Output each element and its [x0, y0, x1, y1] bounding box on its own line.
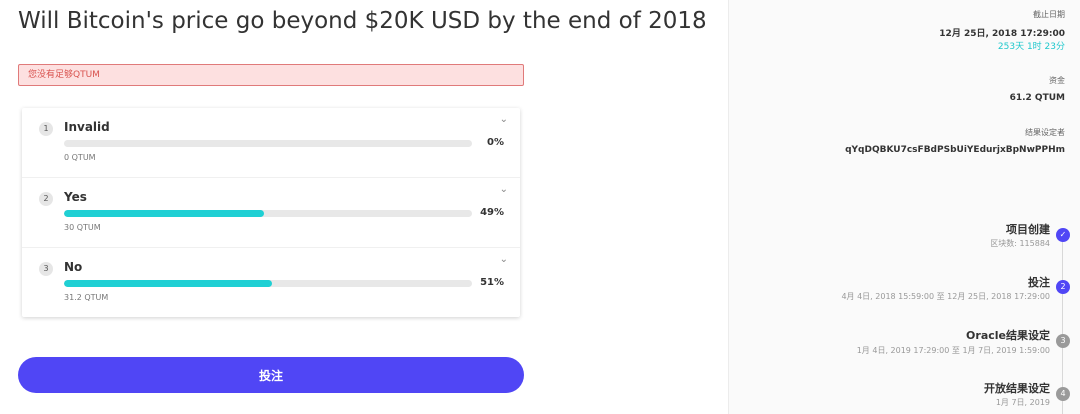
timeline-step-title: Oracle结果设定	[966, 329, 1050, 342]
option-name: No	[64, 260, 83, 274]
option-progress-track	[64, 280, 472, 287]
timeline-step-detail: 4月 4日, 2018 15:59:00 至 12月 25日, 2018 17:…	[841, 292, 1050, 301]
option-name: Yes	[64, 190, 87, 204]
timeline-step-detail: 1月 7日, 2019	[995, 398, 1050, 407]
option-name: Invalid	[64, 120, 110, 134]
funds-label: 资金	[1049, 76, 1065, 85]
oracle-address: qYqDQBKU7csFBdPSbUiYEdurjxBpNwPPHm	[845, 145, 1065, 155]
option-number-badge: 2	[39, 192, 53, 206]
options-card: 1 Invalid ⌄ 0% 0 QTUM 2 Yes ⌄ 49% 30 QTU…	[22, 108, 520, 317]
option-percent: 49%	[480, 207, 504, 218]
option-invalid[interactable]: 1 Invalid ⌄ 0% 0 QTUM	[22, 108, 520, 178]
deadline-remaining: 253天 1时 23分	[997, 42, 1065, 52]
timeline-step-badge: 2	[1056, 280, 1070, 294]
timeline-step-detail: 区块数: 115884	[990, 239, 1050, 248]
chevron-down-icon[interactable]: ⌄	[500, 114, 508, 125]
insufficient-funds-alert: 您没有足够QTUM	[18, 64, 524, 86]
option-percent: 0%	[487, 137, 504, 148]
timeline-step-badge: 4	[1056, 387, 1070, 401]
option-amount: 31.2 QTUM	[64, 293, 109, 302]
oracle-label: 结果设定者	[1025, 128, 1065, 137]
deadline-label: 截止日期	[1033, 10, 1065, 19]
option-amount: 0 QTUM	[64, 153, 96, 162]
timeline-step-title: 投注	[1028, 276, 1050, 289]
option-number-badge: 1	[39, 122, 53, 136]
chevron-down-icon[interactable]: ⌄	[500, 254, 508, 265]
option-progress-track	[64, 140, 472, 147]
option-progress-fill	[64, 210, 264, 217]
bet-button[interactable]: 投注	[18, 357, 524, 393]
main-panel: Will Bitcoin's price go beyond $20K USD …	[0, 0, 728, 414]
page-title: Will Bitcoin's price go beyond $20K USD …	[18, 8, 707, 34]
timeline-step-detail: 1月 4日, 2019 17:29:00 至 1月 7日, 2019 1:59:…	[856, 346, 1050, 355]
option-progress-track	[64, 210, 472, 217]
option-yes[interactable]: 2 Yes ⌄ 49% 30 QTUM	[22, 178, 520, 248]
option-number-badge: 3	[39, 262, 53, 276]
chevron-down-icon[interactable]: ⌄	[500, 184, 508, 195]
timeline-step-badge: 3	[1056, 334, 1070, 348]
option-progress-fill	[64, 280, 273, 287]
timeline-step-title: 项目创建	[1006, 223, 1050, 236]
timeline-step-title: 开放结果设定	[984, 382, 1050, 395]
option-amount: 30 QTUM	[64, 223, 101, 232]
check-icon: ✓	[1056, 228, 1070, 242]
option-no[interactable]: 3 No ⌄ 51% 31.2 QTUM	[22, 248, 520, 318]
option-percent: 51%	[480, 277, 504, 288]
deadline-value: 12月 25日, 2018 17:29:00	[939, 29, 1065, 39]
funds-value: 61.2 QTUM	[1009, 93, 1065, 103]
